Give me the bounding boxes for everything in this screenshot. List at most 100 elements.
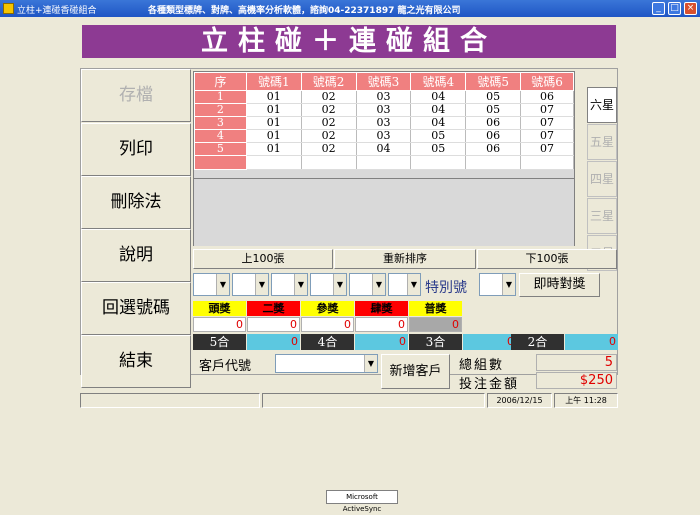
table-cell — [410, 155, 467, 170]
window-title: 立柱+連碰香碰組合 — [17, 6, 97, 16]
prize-count-general: 0 — [409, 317, 462, 332]
tab-five-star[interactable]: 五星 — [587, 124, 617, 160]
table-cell: 07 — [520, 103, 574, 117]
chevron-down-icon: ▼ — [255, 274, 268, 295]
chevron-down-icon: ▼ — [372, 274, 385, 295]
prize-label-general: 普獎 — [409, 301, 462, 316]
prev-100-button[interactable]: 上100張 — [193, 249, 333, 269]
maximize-button[interactable]: □ — [668, 2, 681, 15]
match-label-3: 3合 — [409, 334, 462, 350]
row-index: 3 — [194, 116, 247, 130]
table-cell: 01 — [246, 103, 302, 117]
minimize-button[interactable]: _ — [652, 2, 665, 15]
match-label-4: 4合 — [301, 334, 354, 350]
table-cell — [301, 155, 357, 170]
table-row[interactable]: 5 01 02 04 05 06 07 — [194, 142, 574, 156]
chevron-down-icon: ▼ — [216, 274, 229, 295]
table-cell: 07 — [520, 142, 574, 156]
table-cell: 07 — [520, 116, 574, 130]
status-pane — [262, 393, 485, 408]
table-cell: 06 — [465, 129, 522, 143]
table-cell: 04 — [410, 103, 467, 117]
table-cell — [520, 155, 574, 170]
table-cell — [465, 155, 522, 170]
table-cell: 06 — [520, 90, 574, 104]
table-cell: 01 — [246, 116, 302, 130]
prize-count-second: 0 — [247, 317, 300, 332]
table-cell: 04 — [410, 90, 467, 104]
resort-button[interactable]: 重新排序 — [334, 249, 476, 269]
table-cell: 01 — [246, 142, 302, 156]
column-header: 號碼4 — [410, 72, 467, 91]
row-index: 5 — [194, 142, 247, 156]
customer-id-select[interactable]: ▼ — [275, 354, 378, 373]
table-cell: 02 — [301, 116, 357, 130]
table-cell: 04 — [356, 142, 412, 156]
table-cell: 02 — [301, 129, 357, 143]
instant-check-button[interactable]: 即時對獎 — [519, 273, 600, 297]
help-button[interactable]: 說明 — [81, 229, 191, 282]
special-number-select[interactable]: ▼ — [479, 273, 516, 296]
table-cell: 05 — [465, 90, 522, 104]
add-customer-button[interactable]: 新增客戶 — [381, 354, 450, 389]
taskbar-item-activesync[interactable]: Microsoft ActiveSync — [326, 490, 398, 513]
delete-method-button[interactable]: 刪除法 — [81, 176, 191, 229]
total-sets-value: 5 — [536, 354, 617, 371]
win-number-select-6[interactable]: ▼ — [388, 273, 421, 296]
table-cell: 03 — [356, 116, 412, 130]
chevron-down-icon: ▼ — [294, 274, 307, 295]
prize-count-first: 0 — [193, 317, 246, 332]
table-cell: 01 — [246, 129, 302, 143]
table-row[interactable]: 2 01 02 03 04 05 07 — [194, 103, 574, 117]
tab-four-star[interactable]: 四星 — [587, 161, 617, 197]
win-number-select-4[interactable]: ▼ — [310, 273, 347, 296]
tab-six-star[interactable]: 六星 — [587, 87, 617, 123]
column-header: 號碼6 — [520, 72, 574, 91]
next-100-button[interactable]: 下100張 — [477, 249, 617, 269]
win-number-select-5[interactable]: ▼ — [349, 273, 386, 296]
table-cell: 06 — [465, 116, 522, 130]
match-label-2: 2合 — [511, 334, 564, 350]
prize-label-second: 二獎 — [247, 301, 300, 316]
table-cell: 01 — [246, 90, 302, 104]
table-header-row: 序 號碼1 號碼2 號碼3 號碼4 號碼5 號碼6 — [194, 72, 574, 91]
numbers-grid: 序 號碼1 號碼2 號碼3 號碼4 號碼5 號碼6 1 01 02 03 04 … — [193, 71, 575, 179]
app-icon — [3, 3, 14, 14]
status-date: 2006/12/15 — [487, 393, 552, 408]
reselect-numbers-button[interactable]: 回選號碼 — [81, 282, 191, 335]
prize-count-third: 0 — [301, 317, 354, 332]
table-row[interactable]: 3 01 02 03 04 06 07 — [194, 116, 574, 130]
table-cell: 05 — [410, 129, 467, 143]
total-sets-label: 總組數 — [459, 358, 505, 373]
table-row[interactable]: 1 01 02 03 04 05 06 — [194, 90, 574, 104]
status-time: 上午 11:28 — [554, 393, 618, 408]
table-row-empty[interactable] — [194, 155, 574, 170]
table-row[interactable]: 4 01 02 03 05 06 07 — [194, 129, 574, 143]
grid-empty-area — [193, 179, 575, 246]
main-panel: 存檔 列印 刪除法 說明 回選號碼 結束 序 號碼1 號碼2 號碼3 號碼4 號… — [80, 68, 618, 392]
chevron-down-icon: ▼ — [502, 274, 515, 295]
match-label-5: 5合 — [193, 334, 246, 350]
column-header: 序 — [194, 72, 247, 91]
tab-three-star[interactable]: 三星 — [587, 198, 617, 234]
row-index: 1 — [194, 90, 247, 104]
save-button[interactable]: 存檔 — [81, 69, 191, 122]
win-number-select-2[interactable]: ▼ — [232, 273, 269, 296]
win-number-select-1[interactable]: ▼ — [193, 273, 230, 296]
table-cell: 02 — [301, 142, 357, 156]
exit-button[interactable]: 結束 — [81, 335, 191, 388]
column-header: 號碼2 — [300, 72, 357, 91]
special-number-label: 特別號 — [425, 280, 467, 296]
table-cell: 03 — [356, 103, 412, 117]
close-button[interactable]: × — [684, 2, 697, 15]
win-number-select-3[interactable]: ▼ — [271, 273, 308, 296]
numbers-table: 序 號碼1 號碼2 號碼3 號碼4 號碼5 號碼6 1 01 02 03 04 … — [194, 72, 574, 170]
print-button[interactable]: 列印 — [81, 123, 191, 176]
column-header: 號碼1 — [245, 72, 302, 91]
table-cell — [246, 155, 302, 170]
table-cell: 02 — [301, 103, 357, 117]
bet-amount-value: $250 — [536, 372, 617, 389]
prize-count-fourth: 0 — [355, 317, 408, 332]
column-header: 號碼5 — [465, 72, 522, 91]
title-bar: 立柱+連碰香碰組合 各種類型標牌、對牌、高機率分析軟體，諮詢04-2237189… — [0, 0, 700, 17]
